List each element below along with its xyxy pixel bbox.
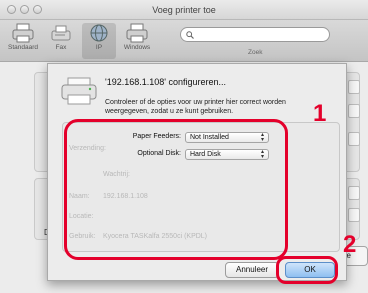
printer-icon (12, 23, 34, 43)
tool-standaard[interactable]: Standaard (6, 23, 40, 59)
background-field (348, 104, 360, 118)
highlight-ok-annotation (276, 256, 338, 284)
cancel-button[interactable]: Annuleer (225, 262, 279, 278)
search-input[interactable] (180, 27, 330, 42)
background-field (348, 132, 360, 146)
windows-printer-icon (126, 23, 148, 43)
tool-fax[interactable]: Fax (44, 23, 78, 59)
tool-label: Windows (123, 44, 151, 51)
globe-icon (90, 24, 108, 42)
search-icon (186, 31, 194, 39)
background-field (348, 186, 360, 200)
step-marker-2: 2 (343, 231, 357, 258)
step-marker-1: 1 (313, 100, 327, 127)
tool-label: Fax (55, 44, 67, 51)
fax-icon (51, 25, 71, 41)
background-field (348, 208, 360, 222)
tool-ip[interactable]: IP (82, 23, 116, 59)
tool-label: IP (95, 44, 103, 51)
sheet-description: Controleer of de opties voor uw printer … (105, 99, 286, 115)
search-label: Zoek (248, 49, 263, 56)
tool-windows[interactable]: Windows (120, 23, 154, 59)
add-printer-window: Voeg printer toe Standaard Fax IP Window… (0, 0, 368, 293)
sheet-title: '192.168.1.108' configureren... (105, 77, 227, 87)
title-bar: Voeg printer toe (0, 0, 368, 20)
window-title: Voeg printer toe (152, 5, 216, 15)
tool-label: Standaard (8, 44, 38, 51)
highlight-options-annotation (64, 119, 288, 260)
background-field (348, 80, 360, 94)
printer-icon (61, 77, 97, 105)
